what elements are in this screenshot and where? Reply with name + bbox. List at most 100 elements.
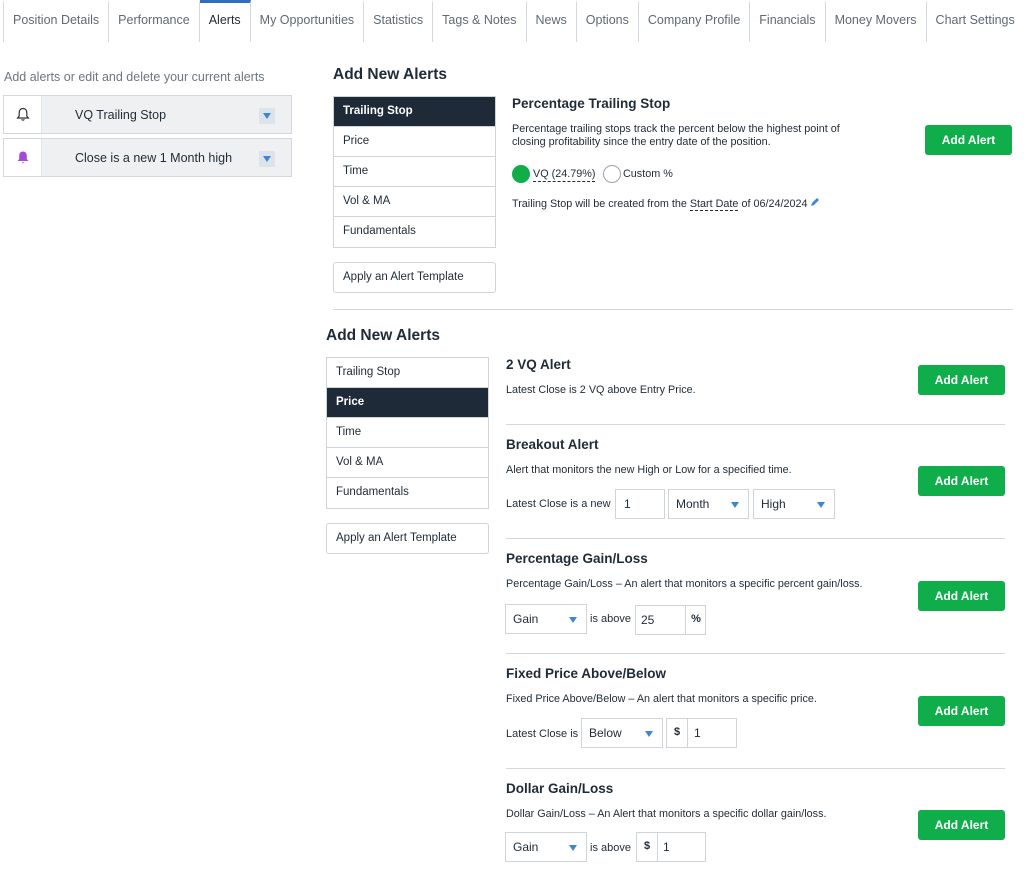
menu-item-time[interactable]: Time — [327, 418, 488, 448]
pencil-icon[interactable] — [810, 197, 820, 211]
tab-my-opportunities[interactable]: My Opportunities — [250, 0, 365, 42]
bell-filled-purple-icon — [4, 139, 42, 176]
breakout-number-input[interactable]: 1 — [615, 489, 665, 519]
divider — [506, 768, 1005, 769]
tab-label: Money Movers — [834, 13, 917, 27]
pct-direction-value: Gain — [513, 612, 539, 626]
breakout-alert-desc: Alert that monitors the new High or Low … — [506, 464, 792, 476]
menu-item-time[interactable]: Time — [334, 157, 495, 187]
vq-option-label[interactable]: VQ (24.79%) — [533, 168, 596, 182]
add-new-alerts-title: Add New Alerts — [333, 66, 447, 83]
start-date-value: of 06/24/2024 — [741, 197, 808, 210]
menu-item-price[interactable]: Price — [334, 127, 495, 157]
menu-item-price[interactable]: Price — [327, 388, 488, 418]
menu-item-vol-ma[interactable]: Vol & MA — [327, 448, 488, 478]
vq2-alert-title: 2 VQ Alert — [506, 357, 571, 372]
add-alert-button[interactable]: Add Alert — [925, 125, 1012, 155]
start-date-text: Trailing Stop will be created from the S… — [512, 197, 820, 211]
divider — [506, 653, 1005, 654]
add-alert-button[interactable]: Add Alert — [918, 810, 1005, 840]
add-alert-button[interactable]: Add Alert — [918, 365, 1005, 395]
tab-money-movers[interactable]: Money Movers — [825, 0, 927, 42]
tab-alerts[interactable]: Alerts — [199, 0, 251, 42]
add-alert-button[interactable]: Add Alert — [918, 581, 1005, 611]
menu-item-vol-ma[interactable]: Vol & MA — [334, 187, 495, 217]
custom-percent-label[interactable]: Custom % — [623, 168, 673, 181]
start-date-link[interactable]: Start Date — [689, 197, 739, 211]
chevron-down-icon — [645, 731, 653, 737]
breakout-period-select[interactable]: Month — [668, 489, 749, 519]
bell-outline-icon — [4, 96, 42, 133]
pts-description-line1: Percentage trailing stops track the perc… — [512, 123, 840, 135]
current-alert-label: VQ Trailing Stop — [75, 107, 167, 122]
current-alert-item[interactable]: Close is a new 1 Month high — [3, 138, 292, 177]
fixed-price-input[interactable]: $ 1 — [666, 718, 737, 748]
dollar-gain-loss-desc: Dollar Gain/Loss – An Alert that monitor… — [506, 808, 827, 820]
tab-label: Alerts — [208, 13, 241, 27]
percentage-trailing-stop-title: Percentage Trailing Stop — [512, 96, 671, 111]
fixed-price-label: Latest Close is — [506, 728, 579, 740]
fixed-price-title: Fixed Price Above/Below — [506, 666, 667, 681]
current-alert-body[interactable]: Close is a new 1 Month high — [42, 139, 291, 176]
vq2-alert-desc: Latest Close is 2 VQ above Entry Price. — [506, 384, 696, 396]
tab-label: Options — [585, 13, 629, 27]
divider — [333, 309, 1013, 310]
breakout-hilo-select[interactable]: High — [753, 489, 835, 519]
start-date-prefix: Trailing Stop will be created from the — [512, 197, 687, 210]
menu-item-fundamentals[interactable]: Fundamentals — [327, 478, 488, 508]
tab-performance[interactable]: Performance — [109, 0, 200, 42]
pct-value: 25 — [641, 613, 655, 627]
chevron-down-icon[interactable] — [259, 151, 275, 167]
tab-bar: Position Details Performance Alerts My O… — [3, 0, 1024, 42]
chevron-down-icon — [569, 845, 577, 851]
divider — [506, 424, 1005, 425]
current-alert-body[interactable]: VQ Trailing Stop — [42, 96, 291, 133]
tab-position-details[interactable]: Position Details — [3, 0, 110, 42]
menu-item-trailing-stop[interactable]: Trailing Stop — [334, 97, 495, 127]
dollar-value-input[interactable]: $ 1 — [636, 832, 706, 862]
chevron-down-icon[interactable] — [259, 108, 275, 124]
menu-item-trailing-stop[interactable]: Trailing Stop — [327, 358, 488, 388]
tab-tags-notes[interactable]: Tags & Notes — [433, 0, 527, 42]
alert-type-menu: Trailing Stop Price Time Vol & MA Fundam… — [326, 357, 489, 509]
current-alert-item[interactable]: VQ Trailing Stop — [3, 95, 292, 134]
tab-chart-settings[interactable]: Chart Settings — [926, 0, 1024, 42]
dollar-gain-loss-title: Dollar Gain/Loss — [506, 781, 614, 796]
dollar-direction-select[interactable]: Gain — [505, 832, 587, 862]
chevron-down-icon — [569, 617, 577, 623]
fixed-price-value: 1 — [694, 726, 701, 740]
pct-mid-label: is above — [590, 613, 631, 625]
pct-gain-loss-title: Percentage Gain/Loss — [506, 551, 648, 566]
tab-label: Financials — [759, 13, 816, 27]
tab-company-profile[interactable]: Company Profile — [638, 0, 751, 42]
tab-label: Statistics — [373, 13, 424, 27]
breakout-label: Latest Close is a new — [506, 498, 611, 510]
add-alert-button[interactable]: Add Alert — [918, 466, 1005, 496]
percent-unit: % — [685, 605, 706, 635]
tab-financials[interactable]: Financials — [750, 0, 826, 42]
dollar-value: 1 — [663, 840, 670, 854]
custom-percent-radio[interactable] — [603, 165, 621, 183]
fixed-direction-select[interactable]: Below — [581, 718, 663, 748]
tab-label: Tags & Notes — [442, 13, 517, 27]
dollar-unit: $ — [667, 718, 688, 748]
tab-label: News — [535, 13, 567, 27]
add-new-alerts-title: Add New Alerts — [326, 327, 440, 344]
tab-news[interactable]: News — [526, 0, 577, 42]
tab-options[interactable]: Options — [576, 0, 639, 42]
tab-label: Company Profile — [647, 13, 741, 27]
current-alert-label: Close is a new 1 Month high — [75, 150, 233, 165]
pts-description-line2: closing profitability since the entry da… — [512, 136, 771, 148]
apply-template-button[interactable]: Apply an Alert Template — [326, 523, 489, 554]
tab-statistics[interactable]: Statistics — [364, 0, 434, 42]
breakout-hilo-value: High — [761, 497, 786, 511]
chevron-down-icon — [817, 502, 825, 508]
tab-label: My Opportunities — [259, 13, 355, 27]
add-alert-button[interactable]: Add Alert — [918, 696, 1005, 726]
divider — [506, 538, 1005, 539]
apply-template-button[interactable]: Apply an Alert Template — [333, 262, 496, 293]
menu-item-fundamentals[interactable]: Fundamentals — [334, 217, 495, 247]
vq-radio[interactable] — [512, 165, 530, 183]
pct-direction-select[interactable]: Gain — [505, 604, 587, 634]
breakout-alert-title: Breakout Alert — [506, 437, 599, 452]
